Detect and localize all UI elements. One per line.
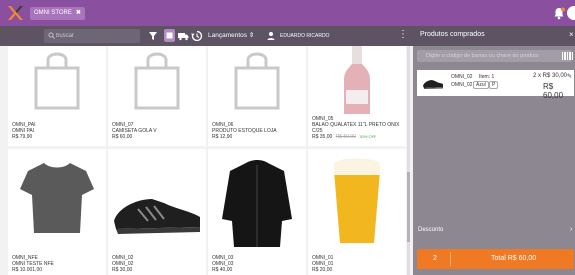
product-info: OMNI_03 OMNI_03 R$ 40,00 bbox=[212, 255, 233, 273]
bag-placeholder-icon bbox=[34, 52, 80, 110]
user-avatar-icon[interactable] bbox=[567, 6, 575, 20]
bell-icon[interactable] bbox=[552, 6, 566, 20]
black-jacket-image bbox=[222, 160, 292, 247]
product-card[interactable]: OMNI_03 OMNI_03 R$ 40,00 bbox=[208, 149, 306, 275]
gray-tshirt-image bbox=[20, 163, 94, 233]
product-card[interactable]: OMNI_NFE OMNI TESTE NFE R$ 10.001,00 bbox=[8, 149, 106, 275]
wine-bottle-image bbox=[344, 46, 370, 114]
sneaker-thumbnail bbox=[423, 80, 443, 89]
color-chip: Azul bbox=[473, 81, 489, 89]
search-icon bbox=[48, 32, 55, 39]
history-icon[interactable] bbox=[190, 29, 204, 43]
search-input[interactable] bbox=[56, 29, 136, 43]
product-price: R$ 30,00 bbox=[112, 266, 133, 273]
product-price: R$ 12,90 bbox=[212, 133, 233, 140]
search-box[interactable] bbox=[44, 29, 140, 43]
store-tab-label: OMNI STORE bbox=[34, 10, 72, 16]
product-card[interactable]: OMNI_02 OMNI_02 R$ 30,00 bbox=[108, 149, 206, 275]
cart-close-icon[interactable]: × bbox=[569, 30, 574, 39]
product-grid: OMNI_PAI OMNI PAI R$ 79,90 OMNI_07 CAMIS… bbox=[8, 46, 408, 275]
launch-type-dropdown[interactable]: Lançamentos ⇕ bbox=[208, 31, 254, 39]
bag-placeholder-icon bbox=[134, 52, 180, 110]
product-price: R$ 60,00 bbox=[112, 133, 133, 140]
black-sneaker-image bbox=[114, 199, 200, 234]
grid-icon bbox=[166, 32, 173, 39]
logo-x-icon[interactable] bbox=[6, 4, 24, 22]
seller-name[interactable]: EDUARDO RICARDO bbox=[280, 33, 329, 39]
product-info: OMNI_02 OMNI_02 R$ 30,00 bbox=[112, 255, 133, 273]
cart-item[interactable]: OMNI_02 Item: 1 2 x R$ 30,00 ✎ OMNI_02 A… bbox=[417, 70, 574, 100]
product-info: OMNI_05 BALAO QUALATEX 11"L PRETO ONIX C… bbox=[312, 116, 400, 141]
divider bbox=[450, 252, 451, 266]
store-tab[interactable]: OMNI STORE ✖ bbox=[30, 7, 85, 20]
scrollbar-thumb[interactable] bbox=[407, 172, 410, 242]
discount-label[interactable]: Desconto bbox=[418, 227, 443, 233]
product-price: R$ 10.001,00 bbox=[12, 266, 43, 273]
cart-item-ref: OMNI_02 bbox=[451, 82, 473, 88]
more-options-icon[interactable]: ⋮ bbox=[398, 30, 408, 40]
edit-icon[interactable]: ✎ bbox=[567, 73, 572, 80]
product-price: R$ 20,00 bbox=[312, 266, 333, 273]
product-card[interactable]: OMNI_06 PRODUTO ESTOQUE LOJA R$ 12,90 bbox=[208, 46, 306, 146]
top-bar: OMNI STORE ✖ bbox=[0, 0, 575, 26]
cart-item-total: R$ 60,00 bbox=[543, 82, 564, 100]
delivery-truck-icon[interactable] bbox=[176, 29, 190, 43]
product-card[interactable]: OMNI_01 OMNI_01 R$ 20,00 bbox=[308, 149, 406, 275]
cart-item-code: OMNI_02 bbox=[451, 74, 473, 80]
beer-glass-image bbox=[334, 158, 380, 243]
product-card[interactable]: OMNI_PAI OMNI PAI R$ 79,90 bbox=[8, 46, 106, 146]
product-price: R$ 79,90 bbox=[12, 133, 33, 140]
product-info: OMNI_NFE OMNI TESTE NFE R$ 10.001,00 bbox=[12, 255, 54, 273]
filter-icon[interactable] bbox=[146, 29, 160, 43]
barcode-icon[interactable] bbox=[562, 52, 574, 60]
barcode-input[interactable]: Digite o código de barras ou chave do pr… bbox=[417, 50, 572, 62]
chevron-right-icon[interactable]: › bbox=[570, 226, 572, 233]
category-button[interactable] bbox=[164, 29, 175, 42]
product-card[interactable]: OMNI_05 BALAO QUALATEX 11"L PRETO ONIX C… bbox=[308, 46, 406, 146]
product-info: OMNI_07 CAMISETA GOLA V R$ 60,00 bbox=[112, 122, 157, 140]
toolbar: Lançamentos ⇕ EDUARDO RICARDO ⋮ Produtos… bbox=[0, 26, 575, 46]
product-info: OMNI_PAI OMNI PAI R$ 79,90 bbox=[12, 122, 36, 140]
product-info: OMNI_06 PRODUTO ESTOQUE LOJA R$ 12,90 bbox=[212, 122, 277, 140]
product-price: R$ 40,00 bbox=[212, 266, 233, 273]
product-price: R$ 35,00 bbox=[312, 134, 333, 141]
product-old-price: R$ 50,00 bbox=[335, 134, 356, 141]
cart-panel: Digite o código de barras ou chave do pr… bbox=[413, 46, 575, 275]
product-info: OMNI_01 OMNI_01 R$ 20,00 bbox=[312, 255, 333, 273]
checkout-button[interactable]: 2 Total R$ 60,00 bbox=[417, 249, 574, 269]
item-count: 2 bbox=[433, 255, 437, 262]
cart-item-qty-price: 2 x R$ 30,00 bbox=[533, 73, 568, 79]
bag-placeholder-icon bbox=[234, 52, 280, 110]
cart-title: Produtos comprados bbox=[420, 31, 485, 38]
total-label: Total R$ 60,00 bbox=[491, 255, 537, 262]
product-card[interactable]: OMNI_07 CAMISETA GOLA V R$ 60,00 bbox=[108, 46, 206, 146]
close-icon[interactable]: ✖ bbox=[76, 10, 81, 16]
size-chip: P bbox=[489, 81, 499, 89]
product-price-row: R$ 35,00 R$ 50,00 30% OFF bbox=[312, 134, 399, 141]
discount-badge: 30% OFF bbox=[359, 134, 377, 140]
user-icon bbox=[267, 32, 275, 40]
product-name: BALAO QUALATEX 11"L PRETO ONIX bbox=[312, 121, 400, 128]
cart-item-number: Item: 1 bbox=[479, 74, 495, 80]
